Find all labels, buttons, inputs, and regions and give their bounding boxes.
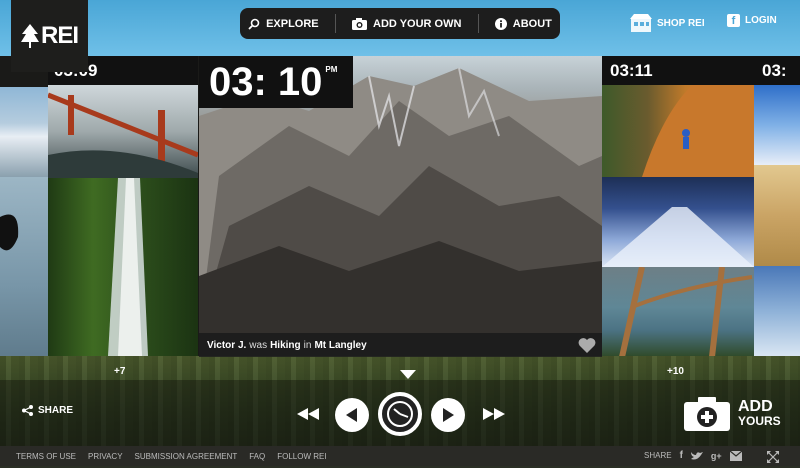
rewind-icon[interactable] [297,407,319,425]
add-label-line2: YOURS [738,414,781,428]
next-button[interactable] [431,398,465,432]
facebook-icon: f [727,14,740,27]
login-label: LOGIN [745,15,777,26]
caption-user[interactable]: Victor J. [207,340,246,351]
google-plus-icon[interactable]: g+ [711,451,722,461]
clock-button[interactable] [378,392,422,436]
camera-icon [352,17,367,30]
main-nav: EXPLORE ADD YOUR OWN ABOUT [240,8,560,39]
camera-plus-icon [684,397,730,431]
previous-button[interactable] [335,398,369,432]
share-button[interactable]: SHARE [22,405,73,416]
photo-tile[interactable] [754,85,800,165]
search-icon [248,18,260,30]
footer-share: SHARE f g+ [644,450,742,461]
facebook-icon[interactable]: f [680,450,683,461]
more-left-count[interactable]: +7 [114,366,125,377]
featured-time-label: 03: 10 PM [199,56,353,108]
footer: TERMS OF USE PRIVACY SUBMISSION AGREEMEN… [0,446,800,466]
footer-link-faq[interactable]: FAQ [249,452,265,461]
photo-tile-snow-trail[interactable] [602,177,754,267]
rei-logo[interactable]: REI [11,0,88,72]
store-icon [630,14,652,32]
nav-divider [477,14,479,33]
photo-tile[interactable] [0,177,48,357]
chevron-down-icon[interactable] [400,366,416,384]
caption-activity[interactable]: Hiking [270,340,301,351]
shop-rei-link[interactable]: SHOP REI [630,14,705,32]
photo-caption: Victor J. was Hiking in Mt Langley [199,333,602,357]
share-icon [22,405,33,416]
shop-rei-label: SHOP REI [657,17,705,29]
add-yours-button[interactable]: ADD YOURS [684,397,781,431]
more-right-count[interactable]: +10 [667,366,684,377]
caption-was: was [249,339,268,351]
footer-link-follow[interactable]: FOLLOW REI [277,452,326,461]
photo-timeline: 03:09 03:11 03: [0,56,800,357]
nav-about-label: ABOUT [512,17,552,30]
photo-tile[interactable] [754,266,800,357]
nav-explore-label: EXPLORE [266,17,319,30]
play-right-icon [443,408,454,422]
photo-tile-golden-gate[interactable] [48,85,198,178]
info-icon [494,17,507,30]
time-label[interactable]: 03: [754,56,800,85]
photo-tile[interactable] [754,165,800,266]
heart-icon[interactable] [578,337,596,358]
nav-add-your-own[interactable]: ADD YOUR OWN [352,17,462,30]
play-left-icon [346,408,357,422]
fullscreen-icon[interactable] [767,450,779,468]
nav-add-label: ADD YOUR OWN [373,17,462,30]
footer-link-privacy[interactable]: PRIVACY [88,452,123,461]
featured-meridiem: PM [325,65,338,74]
fast-forward-icon[interactable] [483,407,505,425]
footer-links: TERMS OF USE PRIVACY SUBMISSION AGREEMEN… [16,452,327,461]
clock-icon [387,401,413,427]
caption-in: in [303,339,312,351]
tree-icon [20,24,39,48]
share-label: SHARE [38,405,74,416]
footer-share-label: SHARE [644,451,672,460]
featured-time: 03: 10 [209,59,323,104]
footer-link-submission[interactable]: SUBMISSION AGREEMENT [135,452,238,461]
login-link[interactable]: f LOGIN [727,14,777,27]
nav-about[interactable]: ABOUT [494,17,552,30]
add-label-line1: ADD [738,398,773,415]
twitter-icon[interactable] [690,451,703,461]
photo-tile[interactable] [0,87,48,177]
time-label[interactable]: 03:11 [602,56,754,85]
nav-divider [334,14,336,33]
footer-link-terms[interactable]: TERMS OF USE [16,452,76,461]
nav-explore[interactable]: EXPLORE [248,18,319,30]
photo-tile-lake[interactable] [602,267,754,357]
email-icon[interactable] [729,450,742,461]
caption-place[interactable]: Mt Langley [314,340,366,351]
photo-tile-climber[interactable] [602,85,754,177]
logo-text: REI [40,22,79,49]
photo-tile-waterfall[interactable] [48,178,198,356]
